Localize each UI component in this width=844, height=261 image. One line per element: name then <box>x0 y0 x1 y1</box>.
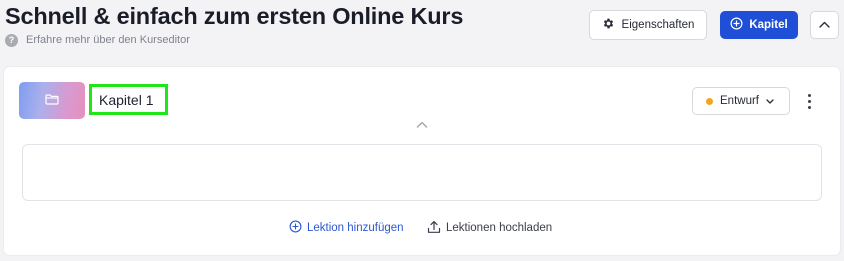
more-options-icon[interactable] <box>801 91 817 111</box>
upload-icon <box>427 220 441 237</box>
chapter-card: Kapitel 1 Entwurf Lektion hinzufügen Lek… <box>4 67 840 255</box>
add-lesson-link[interactable]: Lektion hinzufügen <box>289 220 404 236</box>
upload-lessons-link[interactable]: Lektionen hochladen <box>427 220 552 236</box>
status-select-value: Entwurf <box>720 95 759 107</box>
help-link[interactable]: ? Erfahre mehr über den Kurseditor <box>5 33 190 47</box>
properties-button-label: Eigenschaften <box>621 19 695 31</box>
chevron-up-icon[interactable] <box>414 117 430 131</box>
chevron-up-icon <box>819 19 830 31</box>
folder-icon <box>45 92 59 110</box>
status-select[interactable]: Entwurf <box>692 87 790 115</box>
chapter-thumbnail[interactable] <box>19 82 85 119</box>
properties-button[interactable]: Eigenschaften <box>589 10 707 40</box>
course-editor-page: Schnell & einfach zum ersten Online Kurs… <box>0 0 844 261</box>
chapter-title-field[interactable]: Kapitel 1 <box>89 84 168 115</box>
help-icon: ? <box>5 33 18 47</box>
add-chapter-button-label: Kapitel <box>749 19 788 31</box>
help-link-label: Erfahre mehr über den Kurseditor <box>26 34 190 46</box>
add-chapter-button[interactable]: Kapitel <box>720 11 798 39</box>
plus-circle-icon <box>289 220 302 236</box>
gear-icon <box>602 17 615 33</box>
add-lesson-label: Lektion hinzufügen <box>307 222 404 234</box>
collapse-button[interactable] <box>810 11 839 39</box>
page-title: Schnell & einfach zum ersten Online Kurs <box>5 3 464 29</box>
chevron-down-icon <box>766 95 774 107</box>
status-dot <box>706 97 713 105</box>
upload-lessons-label: Lektionen hochladen <box>446 222 553 234</box>
plus-circle-icon <box>730 17 743 33</box>
lesson-list <box>22 144 822 201</box>
